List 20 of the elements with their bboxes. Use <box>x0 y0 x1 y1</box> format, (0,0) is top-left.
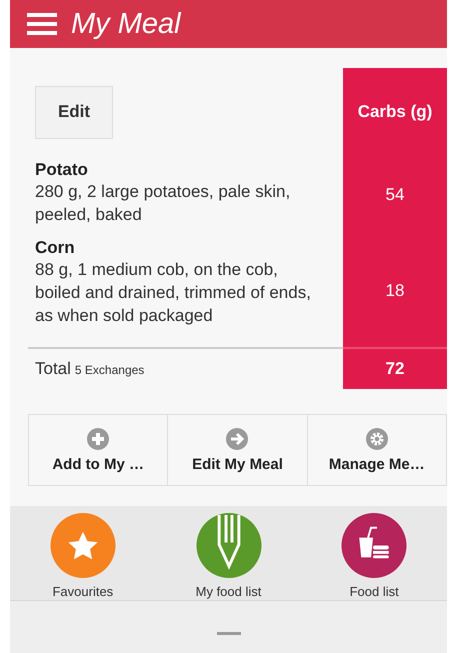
gear-icon <box>366 428 388 450</box>
screen-title: My Meal <box>71 8 181 40</box>
drag-handle[interactable] <box>216 632 240 634</box>
food-description: 280 g, 2 large potatoes, pale skin, peeled, baked <box>35 181 292 226</box>
total-label: Total <box>35 359 71 379</box>
arrow-right-icon <box>226 428 248 450</box>
exchanges-count: 5 Exchanges <box>74 363 144 377</box>
carbs-value: 18 <box>386 280 404 300</box>
nav-tab[interactable]: Food list <box>301 506 447 600</box>
carbs-value: 54 <box>386 185 404 205</box>
nav-tab[interactable]: Favourites <box>10 506 156 600</box>
food-name: Potato <box>35 160 89 180</box>
food-name: Corn <box>35 238 76 258</box>
nav-tab[interactable]: My food list <box>156 506 302 600</box>
edit-button[interactable]: Edit <box>35 86 113 138</box>
menu-icon[interactable] <box>27 12 57 36</box>
column-title: Carbs (g) <box>358 102 432 122</box>
total-value: 72 <box>386 359 404 379</box>
food-description: 88 g, 1 medium cob, on the cob, boiled and drained, trimmed of ends, as when sold packaged <box>35 259 312 327</box>
plus-icon <box>87 428 110 450</box>
